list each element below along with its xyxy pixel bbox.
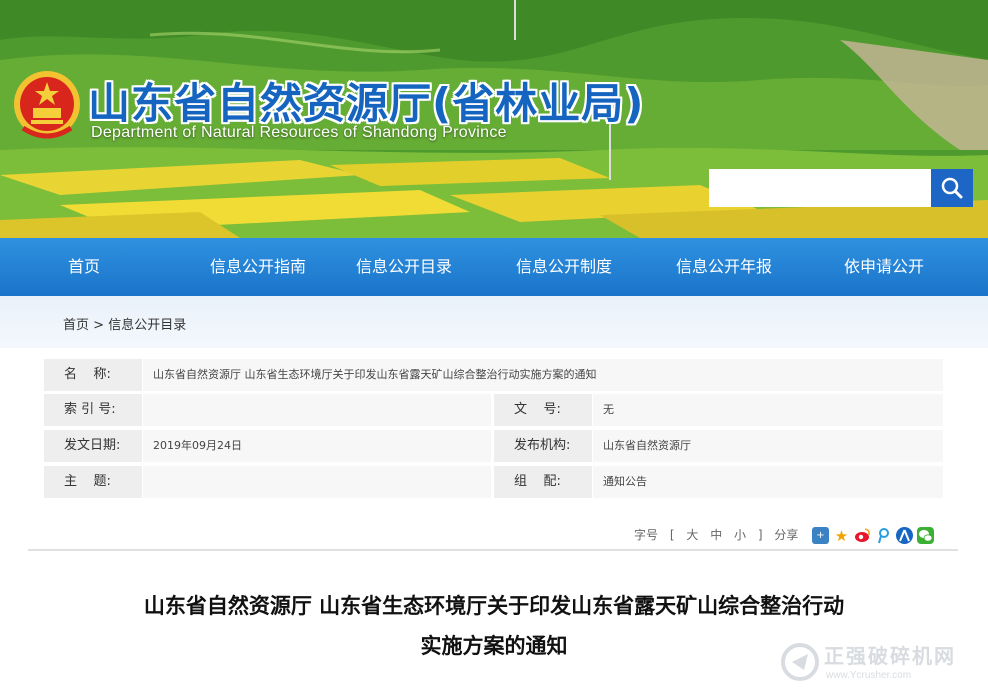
watermark-logo-icon bbox=[781, 643, 819, 681]
breadcrumb: 首页 > 信息公开目录 bbox=[63, 314, 186, 333]
index-label: 索 引 号: bbox=[44, 394, 142, 426]
nav-item-home[interactable]: 首页 bbox=[44, 238, 124, 296]
font-medium-button[interactable]: 中 bbox=[710, 528, 722, 542]
name-value: 山东省自然资源厅 山东省生态环境厅关于印发山东省露天矿山综合整治行动实施方案的通… bbox=[143, 359, 943, 391]
content-divider bbox=[28, 549, 958, 551]
watermark-text: 正强破碎机网 bbox=[824, 644, 956, 668]
font-small-button[interactable]: 小 bbox=[734, 528, 746, 542]
nav-item-catalog[interactable]: 信息公开目录 bbox=[344, 238, 464, 296]
breadcrumb-current[interactable]: 信息公开目录 bbox=[108, 318, 186, 333]
search-button[interactable] bbox=[931, 169, 973, 207]
main-nav: 首页 信息公开指南 信息公开目录 信息公开制度 信息公开年报 依申请公开 bbox=[0, 238, 988, 296]
search-input[interactable] bbox=[709, 169, 931, 207]
nav-item-apply[interactable]: 依申请公开 bbox=[824, 238, 944, 296]
nav-item-policy[interactable]: 信息公开制度 bbox=[504, 238, 624, 296]
tencent-weibo-icon[interactable] bbox=[875, 527, 892, 544]
topic-value bbox=[143, 466, 491, 498]
bracket-close: ] bbox=[757, 528, 763, 542]
name-label: 名 称: bbox=[44, 359, 142, 391]
site-title: 山东省自然资源厅(省林业局) bbox=[88, 79, 645, 128]
site-subtitle: Department of Natural Resources of Shand… bbox=[91, 124, 507, 141]
docno-label: 文 号: bbox=[494, 394, 592, 426]
date-label: 发文日期: bbox=[44, 430, 142, 462]
star-icon[interactable]: ★ bbox=[833, 527, 850, 545]
org-label: 发布机构: bbox=[494, 430, 592, 462]
date-value: 2019年09月24日 bbox=[143, 430, 491, 462]
font-size-label: 字号 bbox=[634, 528, 659, 542]
weibo-icon[interactable] bbox=[854, 527, 871, 544]
article-title-line1: 山东省自然资源厅 山东省生态环境厅关于印发山东省露天矿山综合整治行动 bbox=[143, 594, 845, 618]
topic-label: 主 题: bbox=[44, 466, 142, 498]
renren-icon[interactable] bbox=[896, 527, 913, 544]
watermark: 正强破碎机网 www.Ycrusher.com bbox=[780, 638, 980, 688]
font-size-tools: 字号 [ 大 中 小 ] 分享 bbox=[634, 526, 806, 544]
nav-item-annual-report[interactable]: 信息公开年报 bbox=[664, 238, 784, 296]
header-banner: 山东省自然资源厅(省林业局) Department of Natural Res… bbox=[0, 0, 988, 238]
index-value bbox=[143, 394, 491, 426]
bracket-open: [ bbox=[669, 528, 675, 542]
nav-item-guide[interactable]: 信息公开指南 bbox=[184, 238, 332, 296]
search-icon bbox=[941, 177, 963, 199]
national-emblem-icon bbox=[14, 71, 80, 139]
breadcrumb-separator: > bbox=[93, 318, 105, 333]
share-label: 分享 bbox=[774, 528, 799, 542]
plus-share-icon[interactable]: + bbox=[812, 527, 829, 544]
wechat-icon[interactable] bbox=[917, 527, 934, 544]
breadcrumb-bar: 首页 > 信息公开目录 bbox=[0, 296, 988, 348]
share-icons: + ★ bbox=[812, 527, 934, 545]
font-large-button[interactable]: 大 bbox=[686, 528, 698, 542]
group-label: 组 配: bbox=[494, 466, 592, 498]
org-value: 山东省自然资源厅 bbox=[593, 430, 943, 462]
watermark-sub: www.Ycrusher.com bbox=[826, 670, 912, 681]
breadcrumb-home[interactable]: 首页 bbox=[63, 318, 89, 333]
group-value: 通知公告 bbox=[593, 466, 943, 498]
docno-value: 无 bbox=[593, 394, 943, 426]
